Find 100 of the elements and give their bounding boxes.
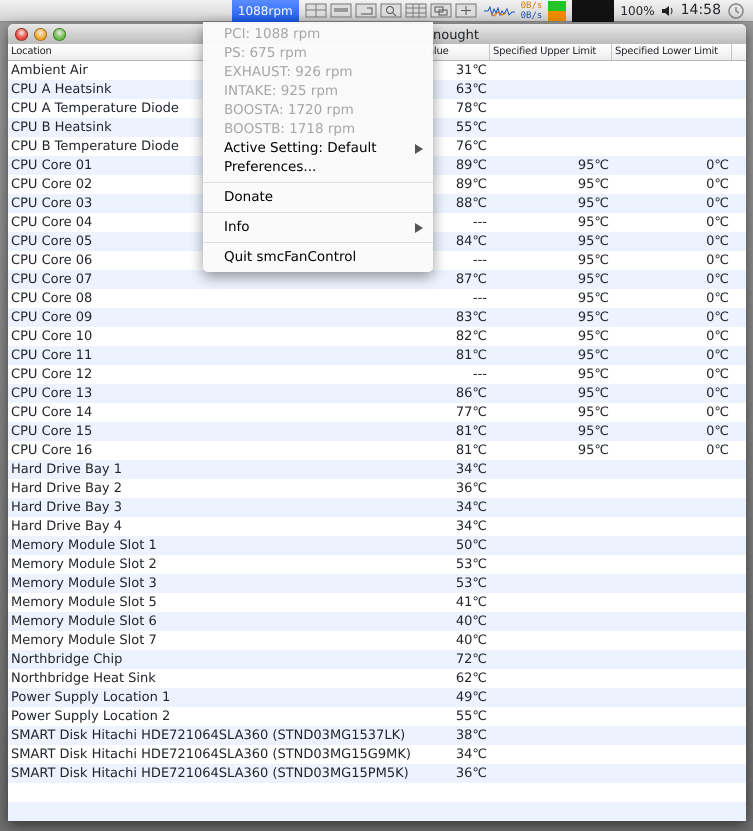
close-button[interactable] <box>15 28 28 40</box>
menu-item[interactable]: Quit smcFanControl <box>203 248 433 267</box>
table-cell: SMART Disk Hitachi HDE721064SLA360 (STND03MG15PM5K) <box>11 766 409 781</box>
table-cell: 34℃ <box>456 747 487 762</box>
table-cell: 81℃ <box>456 424 487 439</box>
table-cell: CPU Core 07 <box>11 272 92 287</box>
table-cell: 0℃ <box>706 291 729 306</box>
menu-item[interactable]: Active Setting: Default <box>203 139 433 158</box>
table-cell: 50℃ <box>456 538 487 553</box>
menu-item: INTAKE: 925 rpm <box>223 82 340 101</box>
menu-item[interactable]: Preferences... <box>203 158 433 177</box>
magnifier-icon[interactable] <box>380 2 402 19</box>
speaker-icon[interactable] <box>660 4 675 18</box>
table-cell: CPU Core 12 <box>11 367 92 382</box>
table-cell: 0℃ <box>706 196 729 211</box>
table-cell: 95℃ <box>578 291 609 306</box>
table-cell: Power Supply Location 2 <box>11 709 170 724</box>
table-cell: 86℃ <box>456 386 487 401</box>
table-cell: 89℃ <box>456 177 487 192</box>
activity-graph-icon <box>482 4 515 18</box>
table-cell: 0℃ <box>706 272 729 287</box>
table-cell: CPU Core 13 <box>11 386 92 401</box>
table-cell: 55℃ <box>456 709 487 724</box>
table-cell: 0℃ <box>706 177 729 192</box>
table-cell: 95℃ <box>578 443 609 458</box>
table-cell: 95℃ <box>578 158 609 173</box>
table-cell: SMART Disk Hitachi HDE721064SLA360 (STND03MG1537LK) <box>11 728 406 743</box>
fan-speed-menu[interactable]: 1088rpm <box>232 0 299 22</box>
table-cell: 0℃ <box>706 329 729 344</box>
table-cell: 83℃ <box>456 310 487 325</box>
table-cell: 49℃ <box>456 690 487 705</box>
menu-item: BOOSTB: 1718 rpm <box>223 120 356 139</box>
table-cell: CPU Core 02 <box>11 177 92 192</box>
table-cell: CPU Core 03 <box>11 196 92 211</box>
menu-item[interactable]: Info <box>203 218 433 237</box>
menu-item: BOOSTA: 1720 rpm <box>223 101 355 120</box>
table-cell: CPU Core 01 <box>11 158 92 173</box>
submenu-arrow-icon <box>415 144 423 154</box>
table-cell: 41℃ <box>456 595 487 610</box>
table-cell: 87℃ <box>456 272 487 287</box>
zoom-button[interactable] <box>53 28 66 40</box>
table-cell: CPU Core 14 <box>11 405 92 420</box>
table-cell: CPU Core 10 <box>11 329 92 344</box>
table-cell: Power Supply Location 1 <box>11 690 170 705</box>
table-cell: CPU Core 08 <box>11 291 92 306</box>
table-cell: 0℃ <box>706 424 729 439</box>
table-cell: 34℃ <box>456 500 487 515</box>
table-cell: 38℃ <box>456 728 487 743</box>
grid-icon[interactable] <box>404 2 427 19</box>
table-cell: 76℃ <box>456 139 487 154</box>
history-clock-icon[interactable] <box>727 2 745 20</box>
table-cell: 95℃ <box>578 348 609 363</box>
table-cell: CPU B Temperature Diode <box>11 139 179 154</box>
table-cell: CPU Core 05 <box>11 234 92 249</box>
menu-item: PCI: 1088 rpm <box>223 25 322 44</box>
plus-icon[interactable] <box>454 2 477 19</box>
table-cell: 53℃ <box>456 576 487 591</box>
table-cell: CPU A Temperature Diode <box>11 101 179 116</box>
table-cell: 0℃ <box>706 348 729 363</box>
minimize-button[interactable] <box>34 28 47 40</box>
windows-icon[interactable] <box>430 2 452 19</box>
table-cell: Hard Drive Bay 1 <box>11 462 122 477</box>
table-cell: 77℃ <box>456 405 487 420</box>
table-cell: 0℃ <box>706 386 729 401</box>
table-cell: 0℃ <box>706 310 729 325</box>
column-header[interactable]: Specified Upper Limit <box>490 44 612 60</box>
table-cell: 0℃ <box>706 443 729 458</box>
table-cell: Northbridge Chip <box>11 652 122 667</box>
upload-rate: 0B/s <box>520 0 542 10</box>
table-cell: 95℃ <box>578 215 609 230</box>
table-cell: Hard Drive Bay 3 <box>11 500 122 515</box>
menu-item: EXHAUST: 926 rpm <box>223 63 354 82</box>
table-cell: 95℃ <box>578 272 609 287</box>
table-cell: 95℃ <box>578 234 609 249</box>
menu-item[interactable]: Donate <box>203 188 433 207</box>
layout-icon[interactable] <box>304 2 327 19</box>
table-cell: CPU Core 15 <box>11 424 92 439</box>
table-cell: CPU Core 06 <box>11 253 92 268</box>
window-icon[interactable] <box>354 2 377 19</box>
table-cell: Memory Module Slot 5 <box>11 595 157 610</box>
usage-meter-icon <box>548 0 566 20</box>
table-cell: 95℃ <box>578 253 609 268</box>
table-cell: --- <box>472 367 487 382</box>
column-header[interactable]: Specified Lower Limit <box>612 44 732 60</box>
table-cell: 82℃ <box>456 329 487 344</box>
table-cell: --- <box>472 253 487 268</box>
table-cell: 95℃ <box>578 367 609 382</box>
table-cell: 0℃ <box>706 158 729 173</box>
table-cell: --- <box>472 291 487 306</box>
table-cell: 34℃ <box>456 519 487 534</box>
table-cell: 95℃ <box>578 196 609 211</box>
table-cell: 81℃ <box>456 348 487 363</box>
table-cell: CPU Core 11 <box>11 348 92 363</box>
table-cell: --- <box>472 215 487 230</box>
clock[interactable]: 14:58 <box>680 0 721 21</box>
table-cell: Northbridge Heat Sink <box>11 671 156 686</box>
table-cell: Memory Module Slot 3 <box>11 576 157 591</box>
table-cell: 0℃ <box>706 234 729 249</box>
table-cell: 36℃ <box>456 766 487 781</box>
table-cell: CPU B Heatsink <box>11 120 112 135</box>
